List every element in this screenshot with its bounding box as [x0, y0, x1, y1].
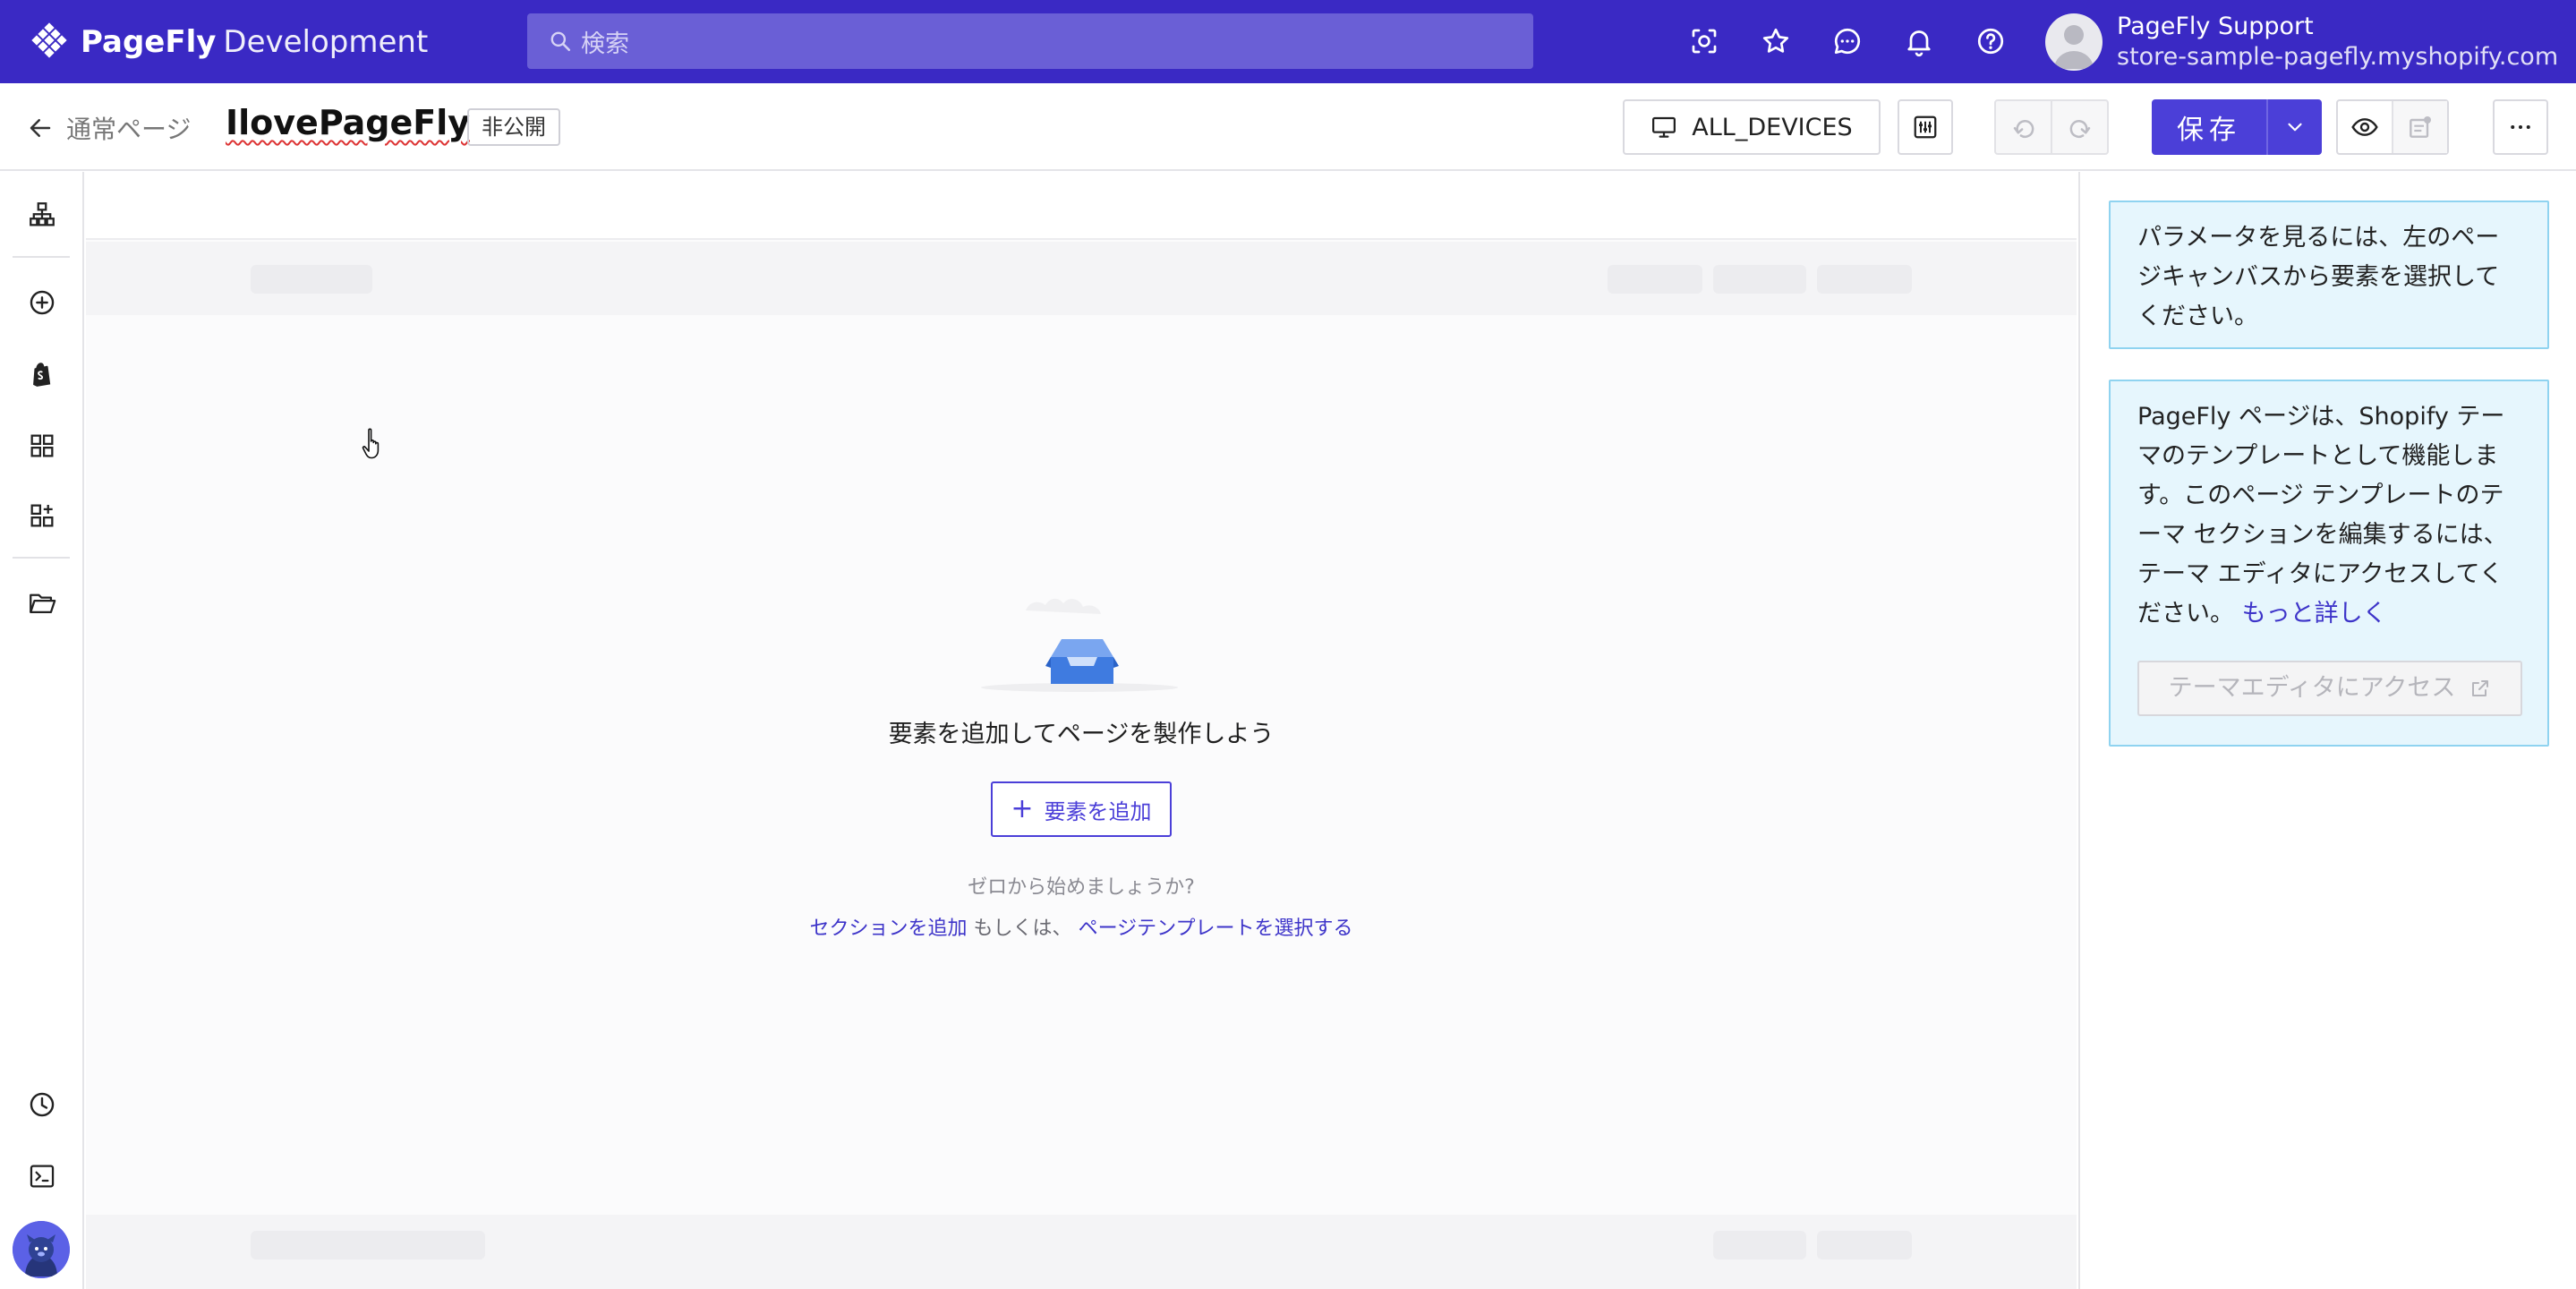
select-element-info-text: パラメータを見るには、左のページキャンバスから要素を選択してください。: [2137, 224, 2500, 330]
preview-group: [2336, 99, 2449, 155]
theme-template-info: PageFly ページは、Shopify テーマのテンプレートとして機能します。…: [2109, 380, 2549, 747]
device-label: ALL_DEVICES: [1692, 113, 1853, 141]
star-icon[interactable]: [1758, 23, 1794, 59]
empty-box-illustration: [981, 598, 1178, 692]
shopify-bag-icon[interactable]: [24, 356, 60, 392]
eye-icon: [2351, 118, 2378, 136]
add-section-link[interactable]: セクションを追加: [810, 918, 968, 940]
avatar: [2045, 13, 2103, 71]
add-element-label: 要素を追加: [1044, 798, 1152, 824]
back-button[interactable]: 通常ページ: [27, 110, 191, 146]
canvas-top-area: [86, 172, 2077, 240]
more-options-button[interactable]: [2493, 99, 2548, 155]
start-hint: ゼロから始めましょうか?: [968, 876, 1195, 899]
brand-suffix: Development: [223, 24, 429, 60]
external-link-icon: [2472, 680, 2489, 696]
back-label: 通常ページ: [66, 115, 192, 144]
layers-icon[interactable]: [24, 197, 60, 233]
right-properties-panel: パラメータを見るには、左のページキャンバスから要素を選択してください。 Page…: [2078, 172, 2576, 1289]
search-icon: [550, 31, 571, 52]
undo-button[interactable]: [1996, 101, 2051, 153]
preview-button[interactable]: [2338, 101, 2392, 153]
skeleton-footer-item: [1713, 1231, 1806, 1259]
undo-icon: [2013, 120, 2034, 139]
search-placeholder: 検索: [581, 30, 629, 58]
add-element-button[interactable]: + 要素を追加: [991, 781, 1172, 837]
theme-template-info-text: PageFly ページは、Shopify テーマのテンプレートとして機能します。…: [2137, 403, 2508, 627]
chat-icon[interactable]: [1830, 23, 1865, 59]
user-name: PageFly Support: [2117, 13, 2314, 40]
skeleton-nav-item: [1608, 265, 1702, 294]
sidebar-divider: [13, 557, 70, 559]
save-button[interactable]: 保存: [2152, 99, 2266, 155]
open-theme-editor-button[interactable]: テーマエディタにアクセス: [2137, 661, 2522, 716]
mascot-avatar[interactable]: [13, 1221, 70, 1278]
publish-icon: [2410, 116, 2431, 138]
save-options-button[interactable]: [2266, 99, 2322, 155]
folder-icon[interactable]: [24, 585, 60, 621]
sidebar-divider: [13, 256, 70, 258]
canvas-header-placeholder[interactable]: [86, 242, 2077, 315]
sliders-icon: [1914, 115, 1937, 139]
redo-button[interactable]: [2051, 101, 2107, 153]
publish-button[interactable]: [2392, 101, 2447, 153]
arrow-left-icon: [30, 119, 51, 137]
plus-icon: +: [1011, 793, 1034, 824]
settings-sliders-button[interactable]: [1898, 99, 1953, 155]
status-badge: 非公開: [467, 108, 560, 146]
skeleton-nav-item: [1713, 265, 1806, 294]
device-selector-button[interactable]: ALL_DEVICES: [1623, 99, 1881, 155]
open-theme-editor-label: テーマエディタにアクセス: [2168, 674, 2456, 702]
select-template-link[interactable]: ページテンプレートを選択する: [1079, 918, 1353, 940]
redo-icon: [2069, 120, 2090, 139]
skeleton-footer-item: [1817, 1231, 1912, 1259]
settings-scan-icon[interactable]: [1686, 23, 1722, 59]
top-bar: PageFly Development 検索 PageFly Support st…: [0, 0, 2576, 83]
save-button-group: 保存: [2152, 99, 2322, 155]
skeleton-footer-text: [251, 1231, 485, 1259]
editor-toolbar: 通常ページ IlovePageFly 非公開 ALL_DEVICES 保存: [0, 83, 2576, 171]
user-menu[interactable]: PageFly Support store-sample-pagefly.mys…: [2045, 11, 2558, 73]
hand-pointer-icon: [362, 428, 380, 459]
grid-icon[interactable]: [24, 428, 60, 464]
logo-text: PageFly Development: [81, 24, 428, 60]
user-store: store-sample-pagefly.myshopify.com: [2117, 43, 2559, 71]
skeleton-logo: [251, 265, 372, 294]
bell-icon[interactable]: [1901, 23, 1937, 59]
empty-state-title: 要素を追加してページを製作しよう: [888, 721, 1275, 748]
or-text: もしくは、: [973, 918, 1072, 940]
help-icon[interactable]: [1973, 23, 2009, 59]
monitor-icon: [1652, 116, 1676, 138]
undo-redo-group: [1994, 99, 2109, 155]
widgets-icon[interactable]: [24, 498, 60, 534]
search-input[interactable]: 検索: [527, 13, 1533, 69]
learn-more-link[interactable]: もっと詳しく: [2242, 600, 2387, 627]
terminal-icon[interactable]: [24, 1158, 60, 1194]
canvas-footer-placeholder[interactable]: [86, 1215, 2077, 1289]
pagefly-logo-icon: [31, 22, 67, 58]
chevron-down-icon: [2288, 123, 2302, 132]
select-element-info: パラメータを見るには、左のページキャンバスから要素を選択してください。: [2109, 201, 2549, 349]
page-canvas[interactable]: 要素を追加してページを製作しよう + 要素を追加 ゼロから始めましょうか? セク…: [86, 172, 2077, 1289]
page-title[interactable]: IlovePageFly: [226, 103, 470, 142]
add-circle-icon[interactable]: [24, 285, 60, 320]
skeleton-nav-item: [1817, 265, 1912, 294]
start-links: セクションを追加 もしくは、 ページテンプレートを選択する: [86, 912, 2077, 941]
history-icon[interactable]: [24, 1087, 60, 1123]
empty-state: 要素を追加してページを製作しよう + 要素を追加 ゼロから始めましょうか? セク…: [86, 575, 2077, 941]
pagefly-logo[interactable]: PageFly Development: [29, 21, 428, 63]
left-sidebar: [0, 172, 84, 1289]
user-info: PageFly Support store-sample-pagefly.mys…: [2117, 12, 2558, 73]
brand-name: PageFly: [81, 24, 217, 60]
more-horizontal-icon: [2511, 125, 2530, 129]
